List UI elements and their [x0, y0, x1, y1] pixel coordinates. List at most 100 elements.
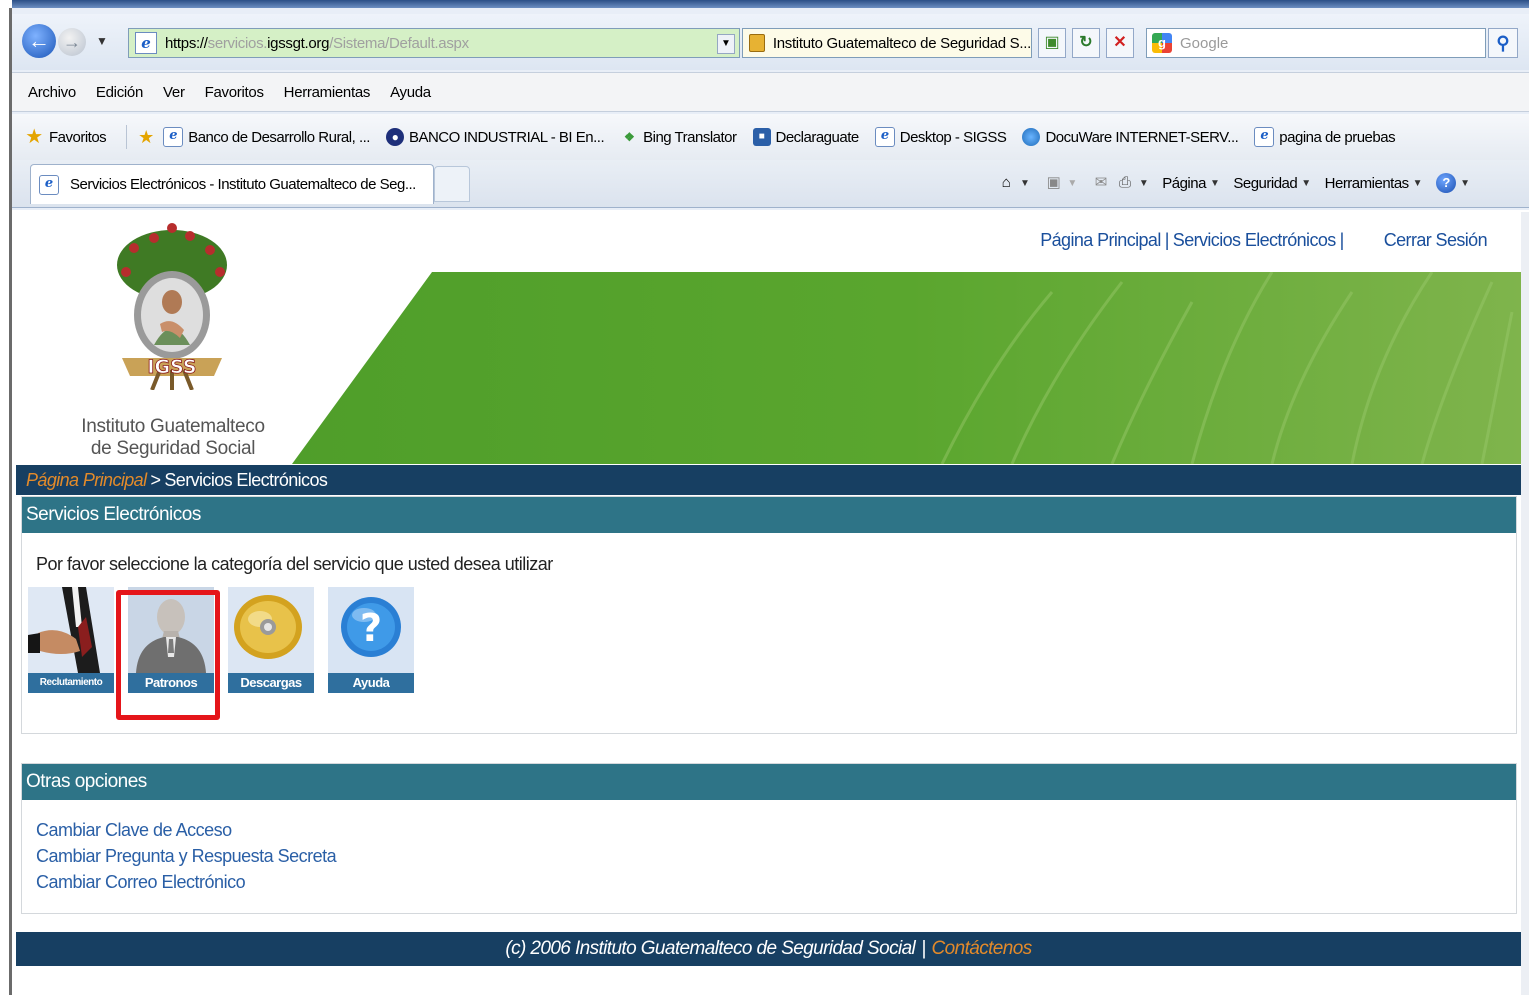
top-link-separator: |	[1164, 230, 1170, 250]
tile-label: Descargas	[228, 673, 314, 693]
breadcrumb-separator: >	[150, 469, 161, 490]
breadcrumb-home-link[interactable]: Página Principal	[26, 470, 147, 491]
page-scrollbar[interactable]	[1521, 212, 1529, 995]
title-bar-edge	[12, 0, 1529, 8]
favorite-label: BANCO INDUSTRIAL - BI En...	[408, 128, 605, 146]
search-icon[interactable]: ⚲	[1488, 28, 1518, 58]
menu-ver[interactable]: Ver	[163, 84, 185, 101]
menu-archivo[interactable]: Archivo	[28, 84, 76, 101]
favorite-item[interactable]: ■ Declaraguate	[752, 128, 859, 146]
refresh-icon[interactable]: ↻	[1072, 28, 1100, 58]
svg-text:?: ?	[360, 606, 382, 650]
url-subdomain: servicios.	[207, 34, 268, 52]
menu-herramientas[interactable]: Herramientas	[284, 84, 371, 101]
home-dropdown-icon[interactable]: ▼	[1020, 178, 1030, 189]
home-icon[interactable]: ⌂	[996, 173, 1016, 193]
other-options-title: Otras opciones	[22, 764, 1516, 800]
ie-page-icon: e	[135, 32, 157, 54]
url-protocol: https://	[165, 34, 208, 52]
help-icon[interactable]: ?	[1436, 173, 1457, 193]
contact-link[interactable]: Contáctenos	[932, 938, 1033, 960]
search-placeholder: Google	[1180, 34, 1229, 52]
address-bar[interactable]: e https://servicios.igssgt.org/Sistema/D…	[128, 28, 740, 58]
command-bar: ⌂ ▼ ▣ ▼ ✉ ⎙ ▼ Página ▼ Seguridad ▼ Herra…	[996, 160, 1470, 206]
security-menu-dropdown-icon[interactable]: ▼	[1301, 178, 1311, 189]
feeds-icon[interactable]: ▣	[1043, 173, 1063, 193]
logout-link[interactable]: Cerrar Sesión	[1384, 230, 1488, 250]
page-menu-dropdown-icon[interactable]: ▼	[1210, 178, 1220, 189]
top-link-services[interactable]: Servicios Electrónicos	[1173, 230, 1336, 250]
favorites-button[interactable]: ★ Favoritos	[24, 126, 107, 148]
ie-page-icon: e	[874, 127, 895, 147]
top-link-home[interactable]: Página Principal	[1040, 230, 1161, 250]
stop-icon[interactable]: ✕	[1106, 28, 1134, 58]
print-dropdown-icon[interactable]: ▼	[1139, 178, 1149, 189]
compatibility-view-icon[interactable]: ▣	[1038, 28, 1066, 58]
igss-logo[interactable]: IGSS Instituto Guatemalteco de Seguridad…	[68, 220, 278, 468]
favorite-item[interactable]: e pagina de pruebas	[1254, 127, 1396, 147]
address-dropdown-icon[interactable]: ▼	[717, 34, 735, 54]
help-dropdown-icon[interactable]: ▼	[1460, 178, 1470, 189]
change-email-link[interactable]: Cambiar Correo Electrónico	[36, 872, 246, 893]
add-to-favorites-bar-icon[interactable]: ★	[137, 128, 155, 146]
top-nav-links: Página Principal | Servicios Electrónicos |…	[1040, 230, 1487, 251]
url-domain: igssgt.org	[267, 34, 330, 52]
top-link-separator: |	[1339, 230, 1345, 250]
bing-translator-icon: ❖	[623, 130, 635, 144]
handshake-icon	[28, 587, 114, 673]
favorite-item[interactable]: e Desktop - SIGSS	[874, 127, 1007, 147]
forward-icon[interactable]: →	[58, 28, 86, 56]
ie-page-icon: e	[163, 127, 184, 147]
page-menu-button[interactable]: Página	[1162, 175, 1206, 192]
security-menu-button[interactable]: Seguridad	[1233, 175, 1297, 192]
ie-page-icon: e	[39, 174, 59, 195]
print-icon[interactable]: ⎙	[1115, 173, 1135, 193]
favorite-item[interactable]: ❖ Bing Translator	[620, 128, 737, 146]
back-icon[interactable]: ←	[22, 24, 56, 58]
change-password-link[interactable]: Cambiar Clave de Acceso	[36, 820, 232, 841]
security-report[interactable]: Instituto Guatemalteco de Seguridad S...	[742, 28, 1032, 58]
search-input[interactable]: g Google	[1146, 28, 1486, 58]
logo-caption-line2: de Seguridad Social	[90, 438, 256, 459]
menu-ayuda[interactable]: Ayuda	[390, 84, 431, 101]
favorite-item[interactable]: DocuWare INTERNET-SERV...	[1022, 128, 1239, 146]
menu-bar: Archivo Edición Ver Favoritos Herramient…	[12, 72, 1529, 112]
declaraguate-icon: ■	[752, 128, 771, 146]
footer-separator: |	[921, 938, 926, 959]
logo-caption-line1: Instituto Guatemalteco	[81, 416, 265, 437]
favorites-bar: ★ Favoritos ★ e Banco de Desarrollo Rura…	[12, 114, 1529, 160]
new-tab-button[interactable]	[434, 166, 470, 202]
feeds-dropdown-icon[interactable]: ▼	[1067, 178, 1077, 189]
browser-tab-active[interactable]: e Servicios Electrónicos - Instituto Gua…	[30, 164, 434, 204]
service-tile-reclutamiento[interactable]: Reclutamiento	[28, 587, 114, 693]
url-text[interactable]: https://servicios.igssgt.org/Sistema/Def…	[165, 35, 469, 52]
favorite-label: Bing Translator	[643, 128, 737, 146]
menu-edicion[interactable]: Edición	[96, 84, 143, 101]
tools-menu-dropdown-icon[interactable]: ▼	[1413, 178, 1423, 189]
tools-menu-button[interactable]: Herramientas	[1325, 175, 1410, 192]
service-tile-descargas[interactable]: Descargas	[228, 587, 314, 693]
services-panel: Servicios Electrónicos Por favor selecci…	[21, 496, 1517, 734]
mail-icon[interactable]: ✉	[1091, 173, 1111, 193]
page-footer: (c) 2006 Instituto Guatemalteco de Segur…	[16, 932, 1521, 966]
favorites-star-icon: ★	[25, 126, 43, 148]
favorite-item[interactable]: ● BANCO INDUSTRIAL - BI En...	[385, 128, 605, 146]
url-path: /Sistema/Default.aspx	[329, 34, 469, 52]
service-tile-ayuda[interactable]: ? Ayuda	[328, 587, 414, 693]
ie-page-icon: e	[1254, 127, 1275, 147]
menu-favoritos[interactable]: Favoritos	[205, 84, 264, 101]
cd-disc-icon	[228, 587, 314, 673]
web-page: Página Principal | Servicios Electrónicos |…	[16, 212, 1521, 995]
google-icon: g	[1152, 33, 1172, 53]
window-frame-left	[0, 0, 6, 995]
tile-label: Ayuda	[328, 673, 414, 693]
change-security-question-link[interactable]: Cambiar Pregunta y Respuesta Secreta	[36, 846, 337, 867]
favorites-label: Favoritos	[49, 128, 107, 146]
favorite-label: pagina de pruebas	[1279, 128, 1396, 146]
tab-title: Servicios Electrónicos - Instituto Guate…	[70, 176, 416, 193]
services-instructions: Por favor seleccione la categoría del se…	[36, 554, 553, 574]
favorite-item[interactable]: e Banco de Desarrollo Rural, ...	[163, 127, 370, 147]
history-dropdown-icon[interactable]: ▼	[96, 34, 108, 48]
igss-emblem-icon: IGSS	[117, 223, 227, 390]
lock-icon	[749, 34, 765, 52]
